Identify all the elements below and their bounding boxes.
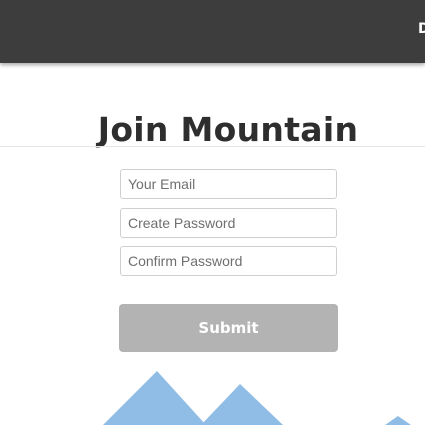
- title-divider: [0, 146, 425, 147]
- nav-link[interactable]: D: [418, 20, 425, 38]
- mountains-illustration: [103, 371, 411, 425]
- mountain-peak-right: [385, 416, 411, 425]
- top-nav-bar: D: [0, 0, 425, 63]
- create-password-field[interactable]: [120, 208, 337, 238]
- submit-button[interactable]: Submit: [119, 304, 338, 352]
- signup-page: D Join Mountain Submit: [0, 0, 425, 425]
- confirm-password-field[interactable]: [120, 246, 337, 276]
- email-field[interactable]: [120, 169, 337, 199]
- mountain-peak-middle: [201, 384, 283, 425]
- mountain-peak-left: [103, 371, 206, 425]
